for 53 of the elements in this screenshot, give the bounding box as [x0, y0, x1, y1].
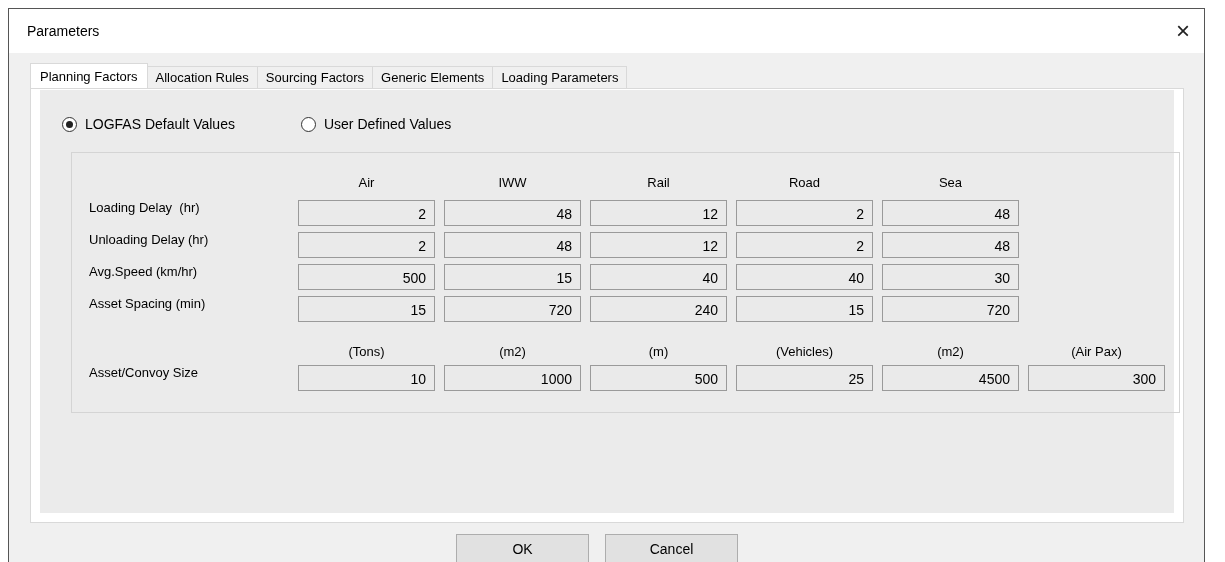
radio-button[interactable]	[62, 116, 77, 132]
unit-label: (Tons)	[347, 344, 386, 359]
unit-label: (Vehicles)	[774, 344, 835, 359]
row-label: Loading Delay (hr)	[89, 200, 201, 215]
value-field[interactable]: 15	[298, 296, 435, 322]
row-label: Asset Spacing (min)	[89, 296, 207, 311]
value-field[interactable]: 12	[590, 200, 727, 226]
value-field[interactable]: 12	[590, 232, 727, 258]
value-field[interactable]: 48	[444, 232, 581, 258]
value-field[interactable]: 10	[298, 365, 435, 391]
unit-label: (m)	[647, 344, 670, 359]
column-header: Rail	[646, 175, 671, 192]
tab[interactable]: Sourcing Factors	[256, 66, 374, 88]
value-field[interactable]: 40	[736, 264, 873, 290]
column-header: IWW	[497, 175, 528, 192]
value-field[interactable]: 2	[736, 200, 873, 226]
dialog-button[interactable]: Cancel	[605, 534, 738, 562]
tab[interactable]: Loading Parameters	[492, 66, 628, 88]
value-field[interactable]: 500	[590, 365, 727, 391]
row-label: Unloading Delay (hr)	[89, 232, 210, 247]
value-field[interactable]: 1000	[444, 365, 581, 391]
unit-label: (Air Pax)	[1070, 344, 1123, 359]
dialog-button[interactable]: OK	[456, 534, 589, 562]
value-field[interactable]: 4500	[882, 365, 1019, 391]
value-field[interactable]: 48	[882, 200, 1019, 226]
value-field[interactable]: 500	[298, 264, 435, 290]
value-field[interactable]: 15	[736, 296, 873, 322]
value-field[interactable]: 25	[736, 365, 873, 391]
value-field[interactable]: 30	[882, 264, 1019, 290]
value-field[interactable]: 720	[882, 296, 1019, 322]
value-field[interactable]: 240	[590, 296, 727, 322]
row-label: Avg.Speed (km/hr)	[89, 264, 199, 279]
close-button[interactable]: ×	[1172, 17, 1194, 45]
value-field[interactable]: 48	[882, 232, 1019, 258]
column-header: Air	[357, 175, 376, 192]
radio-label: LOGFAS Default Values	[85, 116, 235, 132]
value-field[interactable]: 15	[444, 264, 581, 290]
radio-button[interactable]	[300, 116, 316, 132]
unit-label: (m2)	[498, 344, 527, 359]
tab[interactable]: Planning Factors	[30, 63, 148, 88]
window-title: Parameters	[27, 23, 100, 39]
value-field[interactable]: 48	[444, 200, 581, 226]
column-header: Road	[787, 175, 822, 192]
radio-label: User Defined Values	[323, 116, 452, 132]
value-field[interactable]: 40	[590, 264, 727, 290]
column-header: Sea	[937, 175, 964, 192]
value-field[interactable]: 300	[1028, 365, 1165, 391]
row-label: Asset/Convoy Size	[89, 365, 200, 380]
unit-label: (m2)	[936, 344, 965, 359]
value-field[interactable]: 2	[298, 232, 435, 258]
value-field[interactable]: 2	[736, 232, 873, 258]
value-field[interactable]: 2	[298, 200, 435, 226]
value-field[interactable]: 720	[444, 296, 581, 322]
